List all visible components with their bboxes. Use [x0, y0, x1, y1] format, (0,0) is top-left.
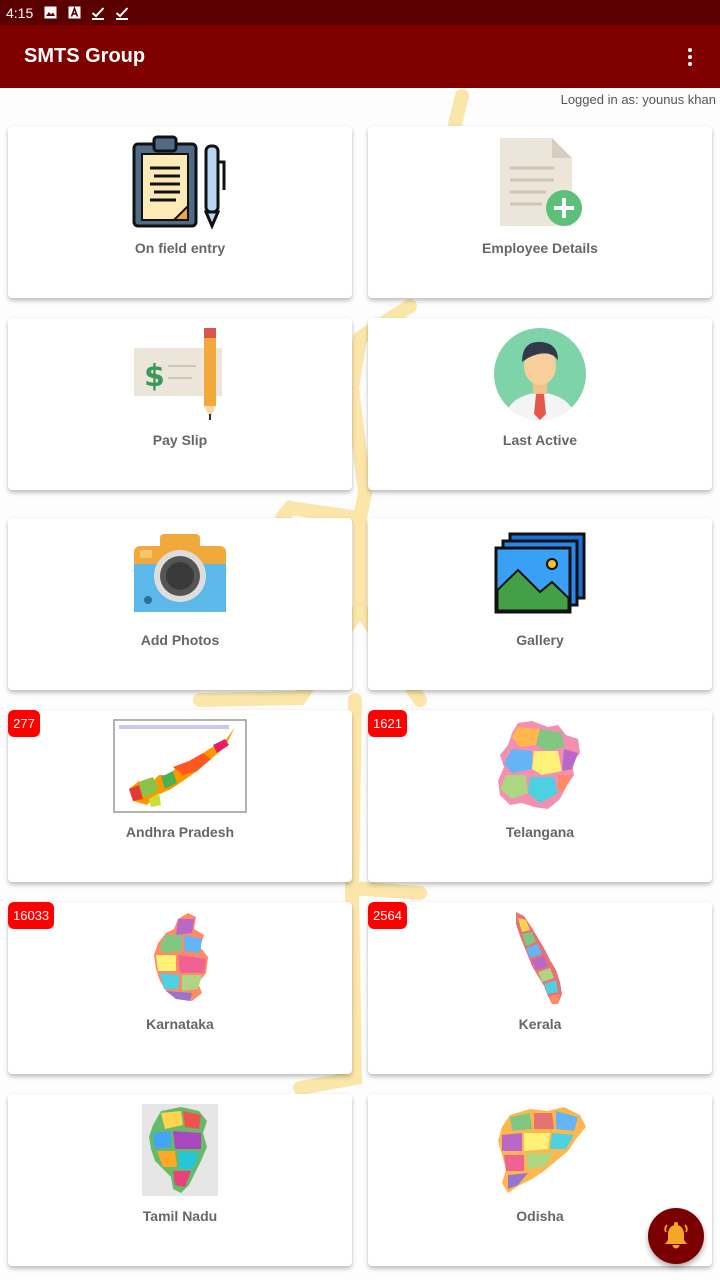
tile-on-field-entry[interactable]: On field entry [8, 126, 352, 298]
tile-label: Kerala [518, 1016, 562, 1032]
tile-label: Gallery [516, 632, 564, 648]
tile-telangana[interactable]: 1621 Telangana [368, 710, 712, 882]
user-avatar-icon [473, 326, 607, 422]
check-icon [91, 6, 105, 20]
check-icon [115, 6, 129, 20]
telangana-map-icon [473, 718, 607, 814]
kerala-map-icon [473, 910, 607, 1006]
tile-andhra-pradesh[interactable]: 277 Andhra Pradesh [8, 710, 352, 882]
tile-label: On field entry [134, 240, 226, 256]
tile-label: Tamil Nadu [142, 1208, 218, 1224]
andhra-pradesh-map-icon [113, 718, 247, 814]
document-add-icon [473, 134, 607, 230]
svg-text:$: $ [144, 359, 165, 394]
tile-kerala[interactable]: 2564 Kerala [368, 902, 712, 1074]
tile-employee-details[interactable]: Employee Details [368, 126, 712, 298]
count-badge: 1621 [368, 710, 407, 737]
odisha-map-icon [473, 1102, 607, 1198]
count-badge: 2564 [368, 902, 407, 929]
app-title: SMTS Group [24, 45, 146, 67]
app-bar: SMTS Group [0, 25, 720, 88]
cheque-pencil-icon: $ [113, 326, 247, 422]
gallery-icon [473, 526, 607, 622]
count-badge: 277 [8, 710, 40, 737]
count-badge: 16033 [8, 902, 55, 929]
status-bar: 4:15 [0, 0, 720, 25]
tile-label: Karnataka [146, 1016, 214, 1032]
tile-label: Andhra Pradesh [125, 824, 235, 840]
tile-add-photos[interactable]: Add Photos [8, 518, 352, 690]
dashboard: Logged in as: younus khan On field entry [0, 88, 720, 1280]
tile-gallery[interactable]: Gallery [368, 518, 712, 690]
tile-karnataka[interactable]: 16033 Karnataka [8, 902, 352, 1074]
tamil-nadu-map-icon [113, 1102, 247, 1198]
status-time: 4:15 [6, 4, 34, 21]
tile-label: Employee Details [482, 240, 598, 256]
tile-label: Last Active [502, 432, 578, 448]
tile-tamil-nadu[interactable]: Tamil Nadu [8, 1094, 352, 1266]
tile-label: Add Photos [140, 632, 220, 648]
notification-fab[interactable] [648, 1208, 704, 1264]
image-icon [43, 6, 57, 20]
tile-label: Telangana [505, 824, 575, 840]
karnataka-map-icon [113, 910, 247, 1006]
font-icon [67, 6, 81, 20]
tile-pay-slip[interactable]: $ Pay Slip [8, 318, 352, 490]
logged-in-label: Logged in as: younus khan [560, 92, 716, 107]
bell-icon [664, 1222, 688, 1249]
clipboard-pen-icon [113, 134, 247, 230]
more-vert-icon[interactable] [678, 45, 702, 69]
tile-last-active[interactable]: Last Active [368, 318, 712, 490]
tile-label: Pay Slip [152, 432, 208, 448]
camera-icon [113, 526, 247, 622]
